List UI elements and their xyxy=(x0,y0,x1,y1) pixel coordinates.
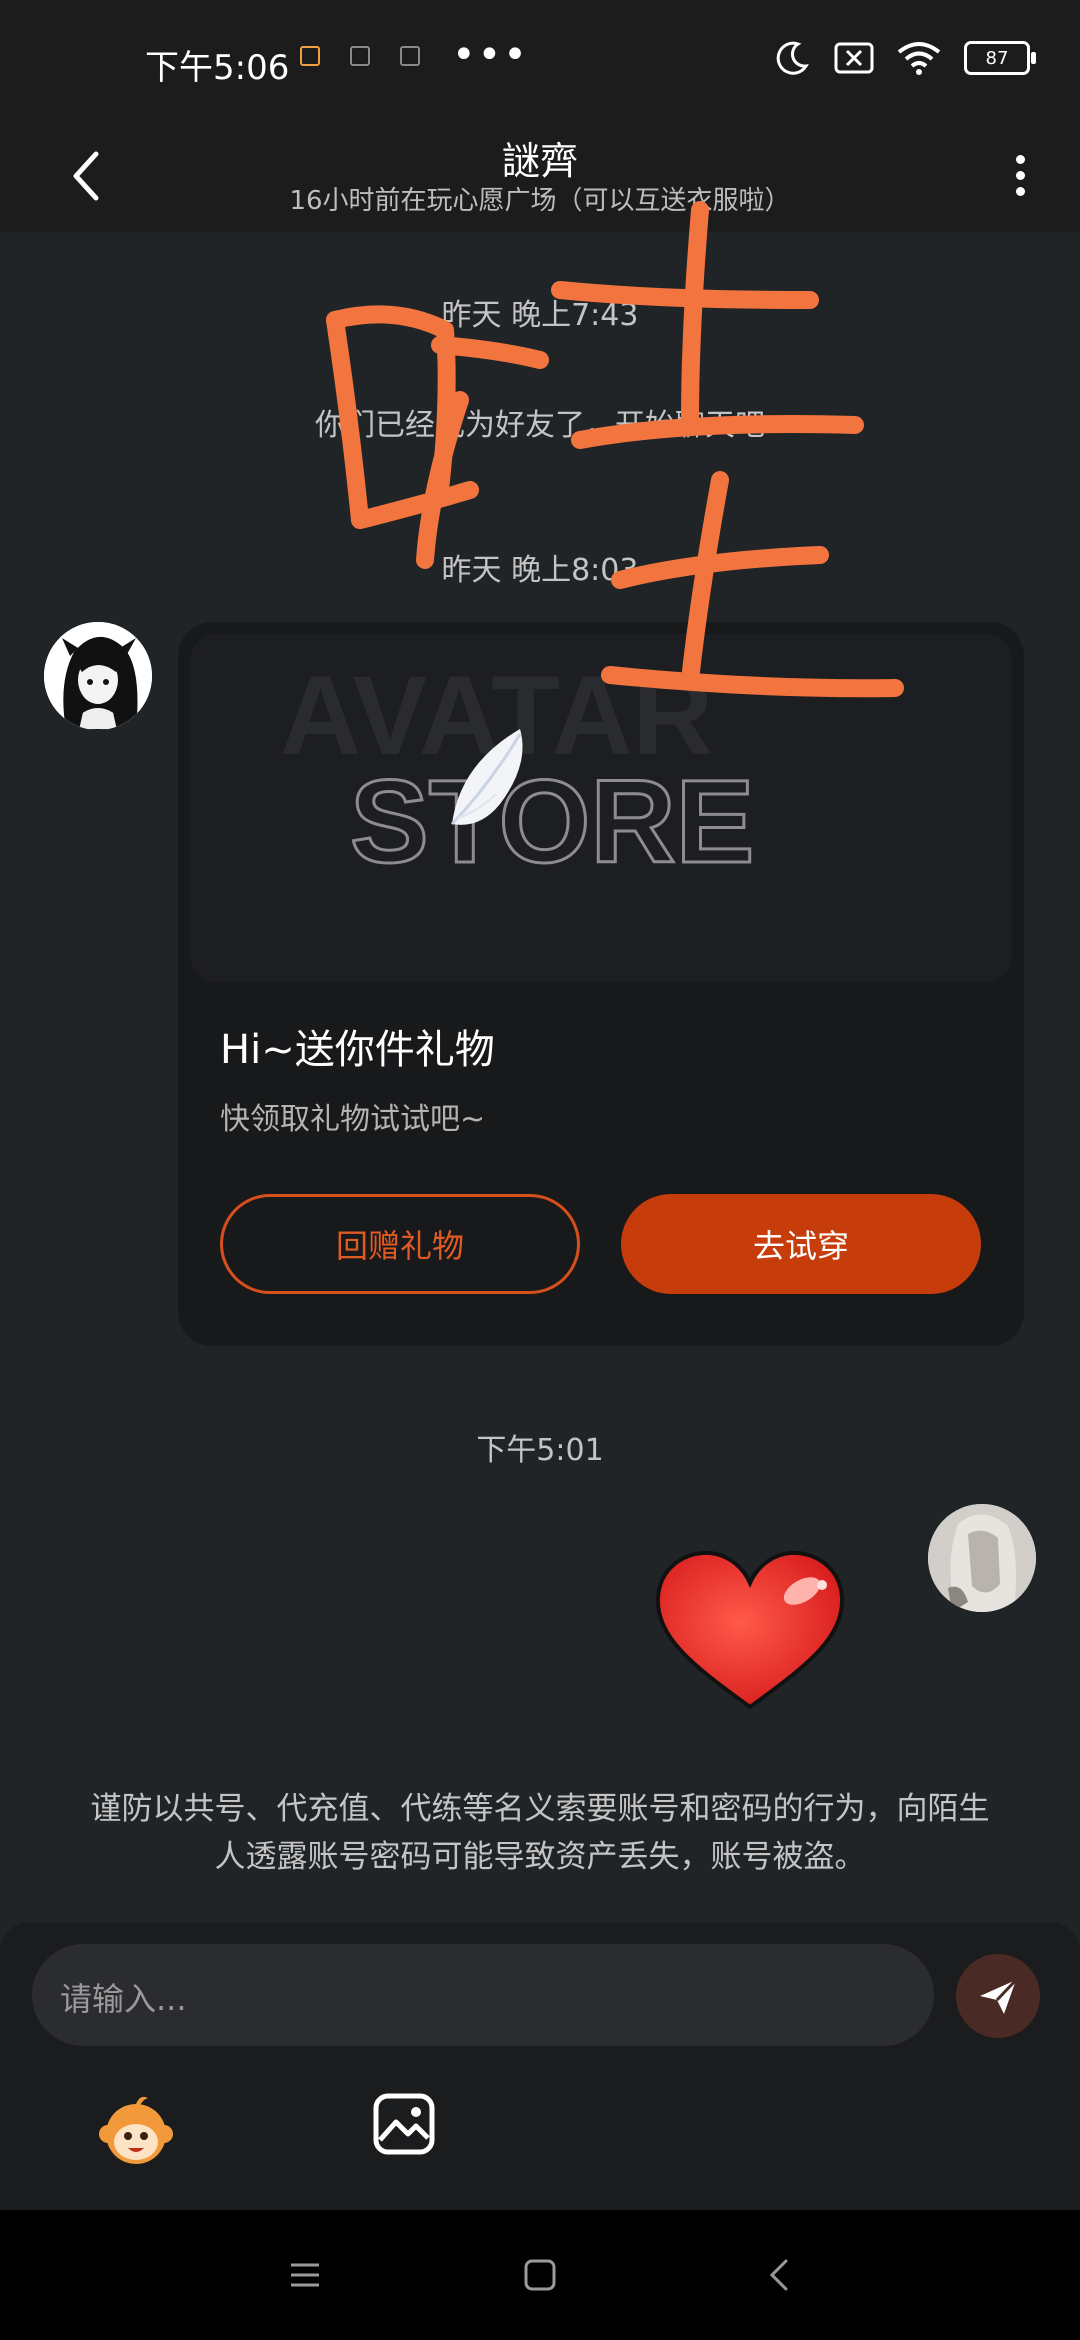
gift-card-title: Hi~送你件礼物 xyxy=(220,1027,495,1073)
nav-back-icon[interactable] xyxy=(760,2255,800,2295)
app-notification-icon xyxy=(350,46,370,66)
system-message: 你们已经成为好友了，开始聊天吧 xyxy=(315,408,765,443)
status-right-icons: 87 xyxy=(772,38,1036,78)
contact-activity: 16小时前在玩心愿广场（可以互送衣服啦） xyxy=(289,186,791,216)
send-button[interactable] xyxy=(956,1954,1040,2038)
composer: 请输入... xyxy=(0,1922,1080,2210)
heart-sticker[interactable] xyxy=(652,1545,848,1715)
menu-icon[interactable] xyxy=(285,2255,325,2295)
gift-banner-image: AVATAR STORE xyxy=(190,634,1012,982)
gift-card-subtitle: 快领取礼物试试吧~ xyxy=(220,1102,486,1137)
return-gift-button[interactable]: 回赠礼物 xyxy=(220,1194,580,1294)
contact-avatar[interactable] xyxy=(44,622,152,730)
system-nav-bar xyxy=(0,2210,1080,2340)
my-avatar[interactable] xyxy=(928,1504,1036,1612)
home-icon[interactable] xyxy=(520,2255,560,2295)
battery-icon: 87 xyxy=(964,41,1036,75)
input-placeholder: 请输入... xyxy=(60,1980,187,2018)
security-warning: 谨防以共号、代充值、代练等名义索要账号和密码的行为，向陌生人透露账号密码可能导致… xyxy=(90,1791,990,1875)
battery-level: 87 xyxy=(985,47,1009,69)
no-sim-icon xyxy=(834,42,874,74)
chat-header: 謎齊 16小时前在玩心愿广场（可以互送衣服啦） xyxy=(0,120,1080,232)
message-input[interactable]: 请输入... xyxy=(32,1944,934,2046)
banner-text-store: STORE xyxy=(350,756,754,888)
emoji-mascot-icon[interactable] xyxy=(96,2092,176,2168)
status-time: 下午5:06 xyxy=(145,48,290,88)
app-notification-icon xyxy=(400,46,420,66)
try-on-button[interactable]: 去试穿 xyxy=(621,1194,981,1294)
contact-name: 謎齊 xyxy=(501,139,578,183)
timestamp: 昨天 晚上7:43 xyxy=(441,298,639,333)
timestamp: 下午5:01 xyxy=(476,1433,604,1468)
app-notification-icon xyxy=(300,46,320,66)
wifi-icon xyxy=(897,42,941,75)
more-notifications-icon: ••• xyxy=(452,32,529,78)
status-bar: 下午5:06 ••• 87 xyxy=(0,0,1080,120)
notification-icons xyxy=(300,46,420,66)
more-options-icon[interactable] xyxy=(1000,140,1040,210)
timestamp: 昨天 晚上8:03 xyxy=(441,553,639,588)
image-icon[interactable] xyxy=(372,2092,436,2156)
gift-card[interactable]: AVATAR STORE Hi~送你件礼物 快领取礼物试试吧~ 回赠礼物 去试穿 xyxy=(178,622,1024,1346)
send-icon xyxy=(980,1978,1018,2014)
moon-icon xyxy=(776,41,809,75)
